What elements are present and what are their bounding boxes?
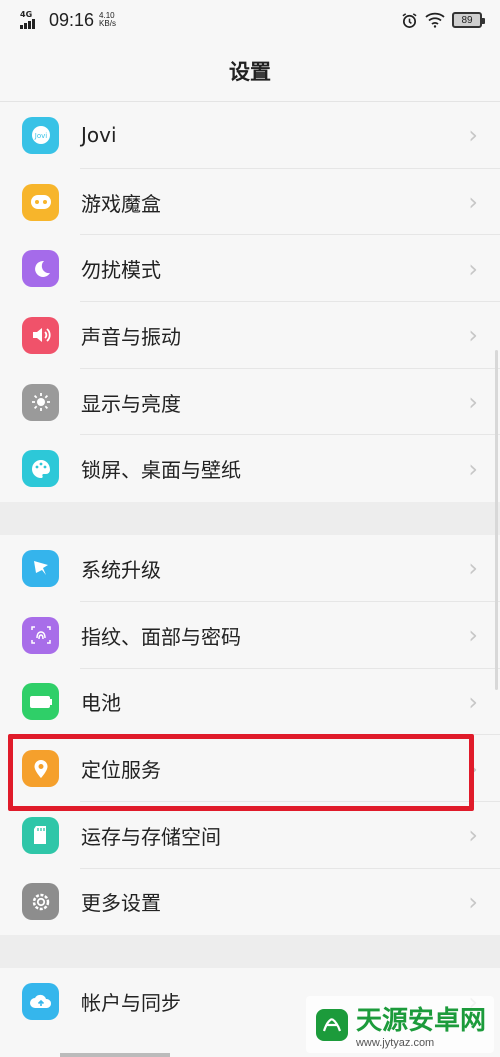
settings-item-battery[interactable]: 电池 ›: [0, 668, 500, 736]
signal-icon: 4G: [20, 11, 44, 29]
chevron-right-icon: ›: [468, 454, 478, 483]
settings-item-more-settings[interactable]: 更多设置 ›: [0, 868, 500, 936]
status-bar: 4G 09:16 4.10 KB/s 89: [0, 0, 500, 40]
system-upgrade-icon: [22, 549, 59, 587]
battery-icon: [22, 683, 59, 721]
speed-unit: KB/s: [99, 19, 116, 28]
chevron-right-icon: ›: [468, 821, 478, 850]
settings-item-do-not-disturb[interactable]: 勿扰模式 ›: [0, 235, 500, 303]
clock: 09:16: [49, 9, 95, 30]
watermark-title: 天源安卓网: [355, 1006, 486, 1036]
settings-item-system-upgrade[interactable]: 系统升级 ›: [0, 535, 500, 602]
settings-item-label: Jovi: [81, 123, 117, 148]
settings-item-label: 指纹、面部与密码: [81, 624, 241, 649]
settings-item-jovi[interactable]: Jovi Jovi ›: [0, 102, 500, 169]
svg-text:Jovi: Jovi: [33, 132, 46, 140]
settings-item-fingerprint-face-password[interactable]: 指纹、面部与密码 ›: [0, 601, 500, 669]
chevron-right-icon: ›: [468, 321, 478, 350]
battery-indicator: 89: [452, 12, 485, 28]
game-box-icon: [22, 183, 59, 221]
page-title: 设置: [229, 59, 271, 84]
network-speed: 4.10 KB/s: [99, 12, 116, 28]
settings-item-display-brightness[interactable]: 显示与亮度 ›: [0, 368, 500, 436]
settings-item-label: 显示与亮度: [81, 391, 181, 416]
network-type: 4G: [20, 10, 33, 19]
watermark-logo-icon: [315, 1008, 348, 1041]
wifi-icon: [425, 12, 445, 28]
group-divider: [0, 502, 500, 536]
settings-item-label: 声音与振动: [81, 324, 181, 349]
location-highlight-box: [8, 734, 474, 811]
moon-icon: [22, 250, 59, 288]
group-divider: [0, 935, 500, 969]
watermark: 天源安卓网 www.jytyaz.com: [305, 996, 494, 1053]
title-bar: 设置: [0, 40, 500, 102]
battery-level: 89: [461, 14, 473, 26]
settings-item-label: 锁屏、桌面与壁纸: [81, 458, 241, 483]
chevron-right-icon: ›: [468, 687, 478, 716]
settings-item-label: 更多设置: [81, 891, 161, 916]
chevron-right-icon: ›: [468, 554, 478, 583]
settings-item-label: 帐户与同步: [81, 991, 181, 1016]
chevron-right-icon: ›: [468, 121, 478, 150]
chevron-right-icon: ›: [468, 887, 478, 916]
settings-item-sound-vibration[interactable]: 声音与振动 ›: [0, 302, 500, 369]
settings-item-label: 勿扰模式: [81, 258, 161, 283]
alarm-icon: [402, 12, 417, 28]
settings-item-label: 系统升级: [81, 557, 161, 582]
palette-icon: [22, 450, 59, 488]
speaker-icon: [22, 316, 59, 354]
sd-card-icon: [22, 816, 59, 854]
gear-icon: [22, 883, 59, 921]
fingerprint-icon: [22, 616, 59, 654]
settings-item-game-box[interactable]: 游戏魔盒 ›: [0, 168, 500, 236]
chevron-right-icon: ›: [468, 621, 478, 650]
jovi-icon: Jovi: [22, 116, 59, 154]
partial-next-item: [60, 1053, 170, 1057]
settings-item-lockscreen-wallpaper[interactable]: 锁屏、桌面与壁纸 ›: [0, 435, 500, 503]
watermark-url: www.jytyaz.com: [355, 1037, 435, 1049]
settings-item-label: 电池: [81, 691, 121, 716]
chevron-right-icon: ›: [468, 188, 478, 217]
scrollbar[interactable]: [495, 350, 498, 690]
settings-list: Jovi Jovi › 游戏魔盒 › 勿扰模式 › 声音与振动 › 显示与亮度 …: [0, 102, 500, 1035]
settings-item-label: 运存与存储空间: [81, 824, 221, 849]
chevron-right-icon: ›: [468, 388, 478, 417]
chevron-right-icon: ›: [468, 254, 478, 283]
settings-item-label: 游戏魔盒: [81, 191, 161, 216]
brightness-icon: [22, 383, 59, 421]
cloud-sync-icon: [22, 983, 59, 1021]
settings-item-memory-storage[interactable]: 运存与存储空间 ›: [0, 801, 500, 869]
